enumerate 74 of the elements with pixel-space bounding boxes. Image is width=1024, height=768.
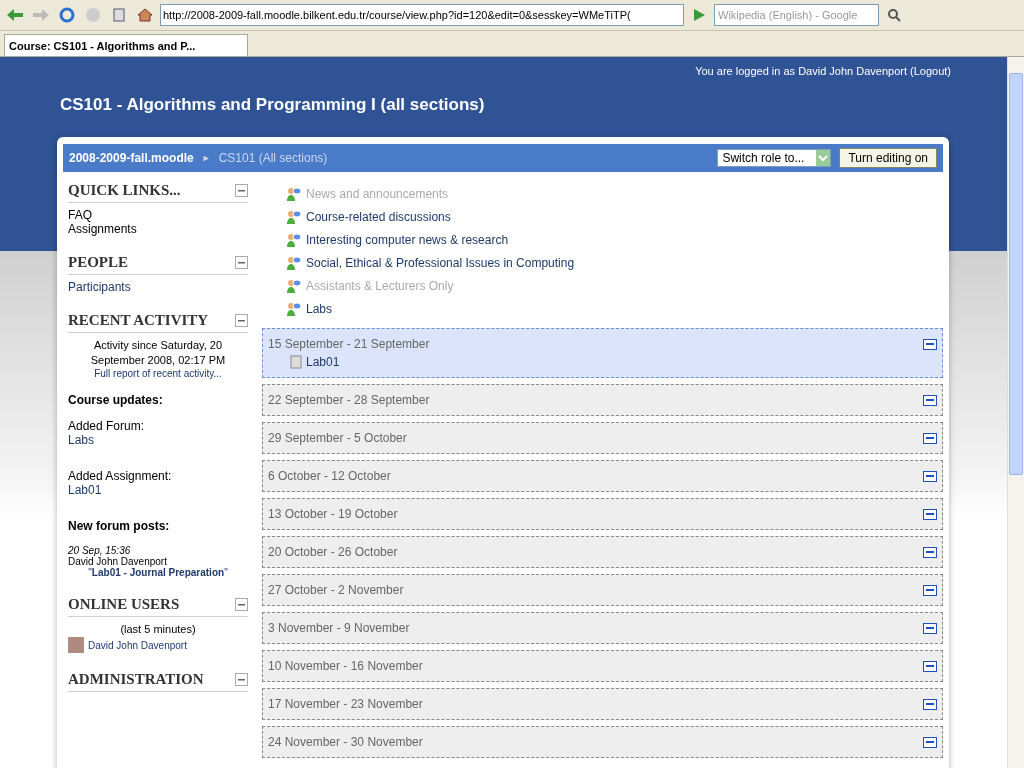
online-period-text: (last 5 minutes): [119, 622, 197, 637]
block-title: PEOPLE: [68, 254, 128, 271]
collapse-icon[interactable]: [235, 184, 248, 197]
address-field[interactable]: http://2008-2009-fall.moodle.bilkent.edu.tr/course/view.php?id=120&edit=0&sesskey=WMeTiTP(: [160, 4, 684, 26]
show-only-week-icon[interactable]: [923, 698, 937, 710]
course-updates-heading: Course updates:: [68, 393, 164, 407]
sidebar-link[interactable]: Participants: [68, 280, 248, 294]
week-dates: 3 November - 9 November: [268, 621, 410, 635]
forum-users-icon: [286, 300, 302, 317]
post-date: 20 Sep, 15:36: [68, 545, 131, 556]
activity-link[interactable]: Lab01: [306, 355, 340, 369]
show-only-week-icon[interactable]: [923, 584, 937, 596]
breadcrumb-home-link[interactable]: 2008-2009-fall.moodle: [69, 151, 194, 165]
course-title: CS101 - Algorithms and Programming I (all sections): [60, 95, 486, 115]
week-dates: 20 October - 26 October: [268, 545, 398, 559]
week-dates: 15 September - 21 September: [268, 337, 430, 351]
document-icon: [290, 355, 302, 369]
show-only-week-icon[interactable]: [923, 432, 937, 444]
scrollbar[interactable]: [1007, 57, 1024, 768]
search-icon: [887, 8, 901, 22]
play-icon: [692, 8, 706, 22]
update-link[interactable]: Labs: [68, 433, 248, 447]
forum-users-icon: [286, 231, 302, 248]
update-link[interactable]: Lab01: [68, 483, 248, 497]
collapse-icon[interactable]: [235, 598, 248, 611]
show-only-week-icon[interactable]: [923, 508, 937, 520]
online-user-link[interactable]: David John Davenport: [88, 639, 187, 651]
post-link[interactable]: "Lab01 - Journal Preparation": [68, 567, 248, 578]
forum-users-icon: [286, 277, 302, 294]
browser-tab[interactable]: Course: CS101 - Algorithms and P...: [4, 34, 248, 56]
avatar-placeholder: [68, 637, 84, 653]
activity-since-text: Activity since Saturday, 20 September 2008, 02:17 PM: [89, 338, 227, 368]
collapse-icon[interactable]: [235, 256, 248, 269]
collapse-icon[interactable]: [235, 314, 248, 327]
block-title: QUICK LINKS...: [68, 182, 181, 199]
login-info: You are logged in as David John Davenport (Logout): [694, 64, 952, 77]
show-only-week-icon[interactable]: [923, 660, 937, 672]
forum-link[interactable]: Social, Ethical & Professional Issues in Computing: [306, 255, 575, 270]
collapse-icon[interactable]: [235, 673, 248, 686]
switch-role-select[interactable]: Switch role to...: [717, 149, 832, 167]
forum-posts-heading: New forum posts:: [68, 519, 171, 533]
breadcrumb-separator: ►: [201, 153, 211, 163]
quick-link[interactable]: FAQ: [68, 208, 248, 222]
forum-users-icon: [286, 254, 302, 271]
page-icon: [111, 7, 127, 23]
show-only-week-icon[interactable]: [923, 470, 937, 482]
week-dates: 6 October - 12 October: [268, 469, 391, 483]
full-report-link[interactable]: Full report of recent activity...: [68, 368, 248, 379]
forum-users-icon: [286, 185, 302, 202]
week-dates: 24 November - 30 November: [268, 735, 423, 749]
forum-link[interactable]: Interesting computer news & research: [306, 232, 509, 247]
week-dates: 10 November - 16 November: [268, 659, 423, 673]
update-label: Added Assignment:: [68, 469, 173, 483]
quick-link[interactable]: Assignments: [68, 222, 248, 236]
week-dates: 22 September - 28 September: [268, 393, 430, 407]
week-dates: 29 September - 5 October: [268, 431, 407, 445]
update-label: Added Forum:: [68, 419, 146, 433]
turn-editing-on-button[interactable]: Turn editing on: [839, 148, 937, 168]
show-only-week-icon[interactable]: [923, 546, 937, 558]
forum-users-icon: [286, 208, 302, 225]
show-only-week-icon[interactable]: [923, 338, 937, 350]
breadcrumb-current: CS101 (All sections): [218, 151, 328, 165]
forum-link[interactable]: Course-related discussions: [306, 209, 451, 224]
week-dates: 17 November - 23 November: [268, 697, 423, 711]
block-title: ONLINE USERS: [68, 596, 180, 613]
show-only-week-icon[interactable]: [923, 394, 937, 406]
show-only-week-icon[interactable]: [923, 736, 937, 748]
block-title: RECENT ACTIVITY: [68, 312, 209, 329]
week-dates: 27 October - 2 November: [268, 583, 404, 597]
show-only-week-icon[interactable]: [923, 622, 937, 634]
forum-link[interactable]: Labs: [306, 301, 333, 316]
block-title: ADMINISTRATION: [68, 671, 204, 688]
post-author: David John Davenport: [68, 556, 168, 567]
week-dates: 13 October - 19 October: [268, 507, 398, 521]
